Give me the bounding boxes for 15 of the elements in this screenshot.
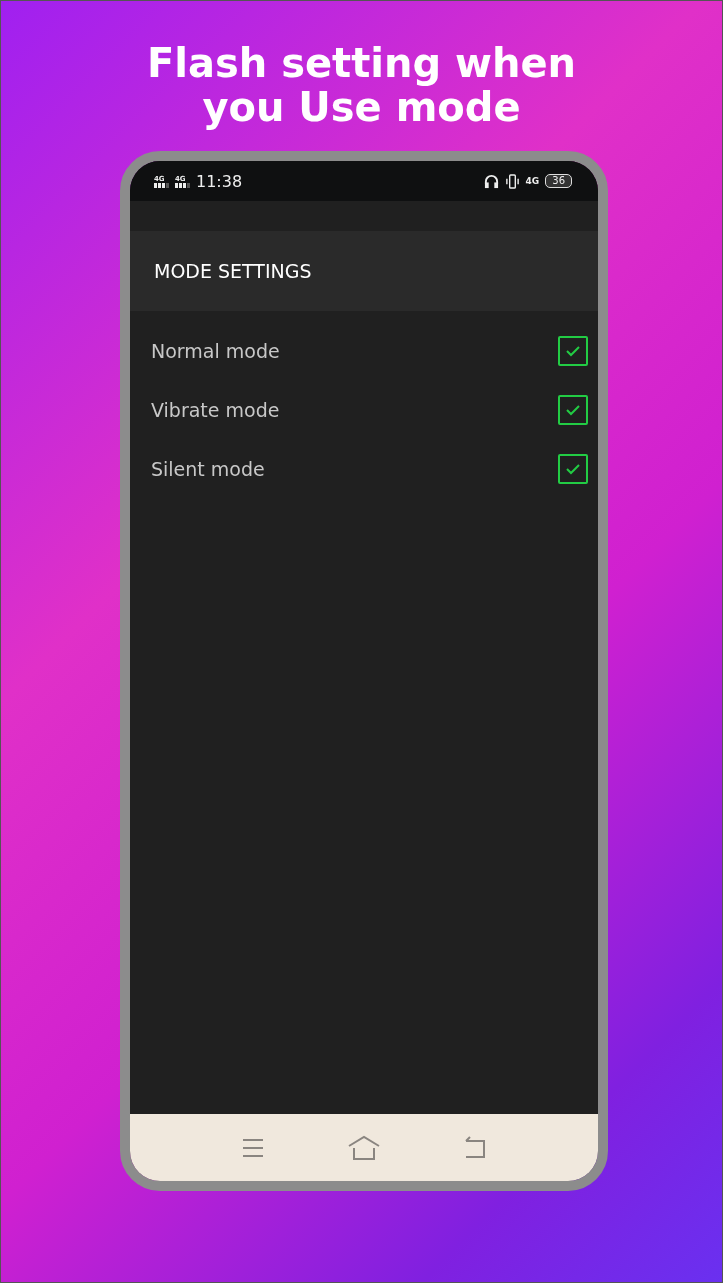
back-icon[interactable] bbox=[463, 1135, 487, 1160]
mode-label: Normal mode bbox=[151, 339, 280, 362]
headphones-icon bbox=[483, 173, 499, 189]
mode-label: Vibrate mode bbox=[151, 398, 280, 421]
vibrate-icon bbox=[504, 173, 520, 189]
clock-time: 11:38 bbox=[196, 171, 243, 191]
home-icon[interactable] bbox=[347, 1133, 381, 1162]
checkbox[interactable] bbox=[558, 394, 588, 425]
checkbox[interactable] bbox=[558, 453, 588, 484]
battery-indicator: 36 bbox=[545, 174, 572, 188]
mode-label: Silent mode bbox=[151, 457, 265, 480]
checkbox[interactable] bbox=[558, 335, 588, 366]
data-indicator: 4G bbox=[525, 176, 540, 186]
headline: Flash setting when you Use mode bbox=[145, 41, 578, 129]
header-title: MODE SETTINGS bbox=[154, 260, 312, 282]
